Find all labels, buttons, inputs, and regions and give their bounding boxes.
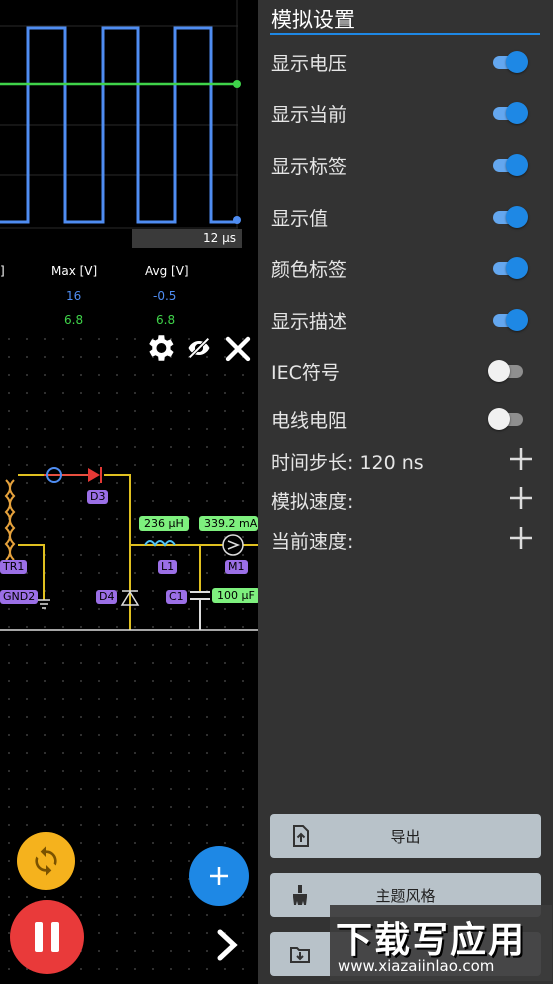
time-scale-label: 12 μs	[132, 229, 242, 248]
oscilloscope-view[interactable]: 12 μs	[0, 0, 258, 248]
button-label: 主题风格	[375, 887, 436, 905]
setting-show-values[interactable]: 显示值	[258, 196, 553, 236]
button-label: 导出	[390, 828, 421, 846]
setting-label: 显示电压	[271, 53, 348, 75]
value-c1-capacitance[interactable]: 100 μF	[212, 588, 260, 603]
setting-wire-resistance[interactable]: 电线电阻	[258, 398, 553, 438]
column-header-avg: Avg [V]	[145, 264, 189, 278]
avg-value-blue: -0.5	[153, 289, 177, 303]
setting-label: 显示当前	[271, 104, 348, 126]
refresh-button[interactable]	[17, 832, 75, 890]
import-file-icon	[290, 947, 310, 963]
setting-show-voltage[interactable]: 显示电压	[258, 41, 553, 81]
label-m1[interactable]: M1	[225, 560, 248, 574]
setting-label: 当前速度:	[271, 531, 354, 553]
measurement-table: ] Max [V] Avg [V] 16 -0.5 6.8 6.8	[0, 248, 258, 330]
toggle-switch[interactable]	[488, 257, 528, 279]
setting-label: 电线电阻	[271, 410, 348, 432]
watermark-url: www.xiazaiinlao.com	[338, 957, 495, 975]
label-gnd2[interactable]: GND2	[0, 590, 39, 604]
settings-panel: 模拟设置 显示电压 显示当前 显示标签 显示值 颜色标签 显示描述 IEC符号 …	[258, 0, 553, 984]
max-value-blue: 16	[66, 289, 82, 303]
chevron-right-icon[interactable]	[210, 926, 244, 964]
watermark: 下载写应用 www.xiazaiinlao.com	[330, 905, 552, 981]
pause-button[interactable]	[10, 900, 84, 974]
panel-title: 模拟设置	[271, 8, 355, 32]
setting-color-labels[interactable]: 颜色标签	[258, 247, 553, 287]
setting-time-step[interactable]: 时间步长: 120 ns	[258, 440, 553, 480]
toggle-switch[interactable]	[488, 102, 528, 124]
toggle-switch[interactable]	[488, 154, 528, 176]
scope-traces	[0, 0, 241, 229]
refresh-icon	[35, 846, 57, 876]
plus-icon[interactable]	[508, 525, 534, 551]
setting-label: 颜色标签	[271, 259, 348, 281]
export-button[interactable]: 导出	[270, 814, 541, 858]
setting-label: IEC符号	[271, 362, 340, 384]
add-component-button[interactable]	[189, 846, 249, 906]
setting-label: 时间步长: 120 ns	[271, 452, 424, 474]
value-l1-inductance[interactable]: 236 μH	[139, 516, 189, 531]
setting-label: 显示值	[271, 208, 329, 230]
setting-show-current[interactable]: 显示当前	[258, 92, 553, 132]
avg-value-green: 6.8	[156, 313, 176, 327]
label-d3[interactable]: D3	[87, 490, 109, 504]
toggle-switch[interactable]	[488, 408, 528, 430]
eye-off-icon[interactable]	[181, 332, 217, 364]
plus-icon[interactable]	[508, 485, 534, 511]
gear-icon[interactable]	[142, 330, 178, 366]
plus-icon	[210, 867, 228, 885]
label-tr1[interactable]: TR1	[0, 560, 28, 574]
setting-current-speed[interactable]: 当前速度:	[258, 519, 553, 559]
label-d4[interactable]: D4	[96, 590, 118, 604]
setting-simulation-speed[interactable]: 模拟速度:	[258, 479, 553, 519]
label-c1[interactable]: C1	[166, 590, 187, 604]
toggle-switch[interactable]	[488, 206, 528, 228]
setting-label: 显示描述	[271, 311, 348, 333]
toggle-switch[interactable]	[488, 51, 528, 73]
close-icon[interactable]	[221, 332, 255, 366]
toggle-switch[interactable]	[488, 360, 528, 382]
value-m1-current[interactable]: 339.2 mA	[199, 516, 258, 531]
pause-icon	[35, 922, 59, 952]
setting-show-description[interactable]: 显示描述	[258, 299, 553, 339]
max-value-green: 6.8	[64, 313, 84, 327]
label-l1[interactable]: L1	[158, 560, 178, 574]
setting-iec-symbols[interactable]: IEC符号	[258, 350, 553, 390]
toggle-switch[interactable]	[488, 309, 528, 331]
title-divider	[270, 33, 540, 35]
column-header-partial: ]	[0, 264, 5, 278]
column-header-max: Max [V]	[51, 264, 98, 278]
setting-label: 模拟速度:	[271, 491, 354, 513]
watermark-title: 下载写应用	[336, 920, 527, 961]
setting-show-labels[interactable]: 显示标签	[258, 144, 553, 184]
plus-icon[interactable]	[508, 446, 534, 472]
setting-label: 显示标签	[271, 156, 348, 178]
